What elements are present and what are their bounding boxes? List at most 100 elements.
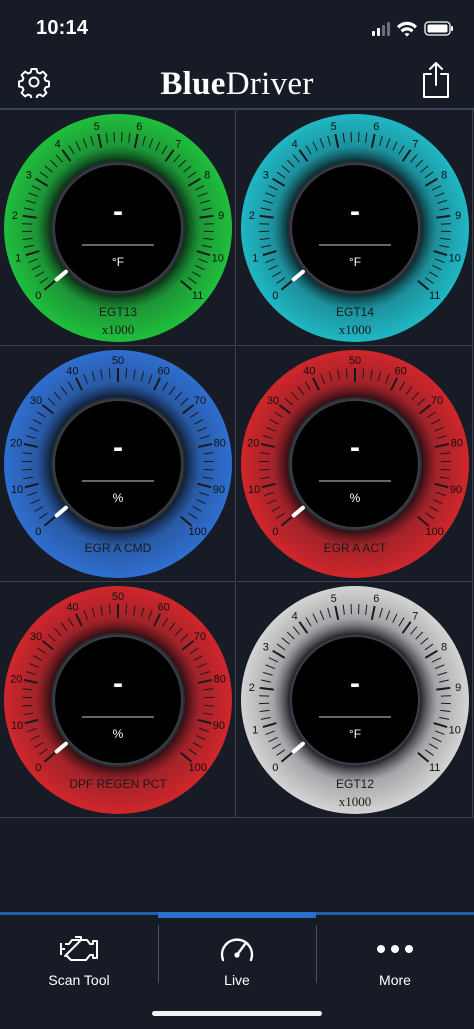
share-icon <box>420 60 452 100</box>
tick-label: 9 <box>218 210 224 222</box>
gauge-label: EGR A CMD <box>85 541 152 555</box>
tick-label: 70 <box>431 395 443 407</box>
tick-label: 6 <box>373 593 379 605</box>
tick-label: 11 <box>429 762 440 774</box>
gauge-label: DPF REGEN PCT <box>69 777 167 791</box>
gauge-egr-a-cmd[interactable]: 0102030405060708090100-%EGR A CMD <box>0 346 236 582</box>
tick-label: 70 <box>194 631 206 643</box>
tick-label: 3 <box>26 170 32 182</box>
tick-label: 6 <box>373 121 379 133</box>
wifi-icon <box>397 22 417 37</box>
minor-tick <box>204 469 214 470</box>
gauge-readout-bezel <box>291 400 419 528</box>
battery-icon <box>425 22 453 35</box>
tick-label: 4 <box>292 610 298 622</box>
gauge-multiplier: x1000 <box>339 794 372 809</box>
tick-label: 60 <box>157 602 169 614</box>
gauge-dial: 0102030405060708090100-%EGR A ACT <box>237 346 473 582</box>
tick-label: 60 <box>157 366 169 378</box>
gauge-dial: 01234567891011-°FEGT12x1000 <box>237 582 473 818</box>
gauge-dial: 01234567891011-°FEGT14x1000 <box>237 110 473 346</box>
gauge-unit: °F <box>112 255 124 269</box>
tick-label: 5 <box>331 593 337 605</box>
gauge-value: - <box>113 431 123 464</box>
tick-label: 1 <box>252 724 258 736</box>
gauge-label: EGT13 <box>99 305 137 319</box>
tick-label: 10 <box>212 252 224 264</box>
tick-label: 100 <box>425 526 443 538</box>
tick-label: 4 <box>55 138 61 150</box>
tick-label: 0 <box>35 290 41 302</box>
tick-label: 50 <box>112 591 124 603</box>
tick-label: 40 <box>66 602 78 614</box>
tick-label: 9 <box>455 682 461 694</box>
tick-label: 70 <box>194 395 206 407</box>
tick-label: 80 <box>451 437 463 449</box>
share-button[interactable] <box>420 60 452 100</box>
gauge-readout-bezel <box>291 164 419 292</box>
tab-scan-tool[interactable]: Scan Tool <box>0 915 158 1015</box>
tab-more[interactable]: More <box>316 915 474 1015</box>
tick-label: 60 <box>394 366 406 378</box>
gauge-unit: % <box>113 727 124 741</box>
gauge-readout-bezel <box>54 400 182 528</box>
tick-label: 0 <box>272 762 278 774</box>
tick-label: 2 <box>249 682 255 694</box>
tick-label: 10 <box>449 252 461 264</box>
speedometer-icon <box>217 933 257 965</box>
tab-live[interactable]: Live <box>158 915 316 1015</box>
gauge-value: - <box>113 667 123 700</box>
gauge-label: EGR A ACT <box>324 541 387 555</box>
tick-label: 5 <box>331 121 337 133</box>
tick-label: 3 <box>263 642 269 654</box>
gauge-unit: % <box>113 491 124 505</box>
home-indicator <box>152 1011 322 1016</box>
tick-label: 10 <box>11 720 23 732</box>
gauge-egr-a-act[interactable]: 0102030405060708090100-%EGR A ACT <box>237 346 473 582</box>
gauge-multiplier: x1000 <box>339 322 372 337</box>
tick-label: 2 <box>12 210 18 222</box>
minor-tick <box>22 705 32 706</box>
gauge-egt14[interactable]: 01234567891011-°FEGT14x1000 <box>237 110 473 346</box>
gauge-dial: 0102030405060708090100-%EGR A CMD <box>0 346 236 582</box>
minor-tick <box>22 469 32 470</box>
tick-label: 10 <box>248 484 260 496</box>
gauge-value: - <box>350 431 360 464</box>
cellular-signal-icon <box>372 22 390 36</box>
tab-label-live: Live <box>158 972 316 988</box>
engine-icon <box>57 933 101 965</box>
tick-label: 10 <box>449 724 461 736</box>
tab-label-more: More <box>316 972 474 988</box>
tick-label: 20 <box>247 437 259 449</box>
status-bar: 10:14 <box>0 0 474 56</box>
tick-label: 20 <box>10 437 22 449</box>
tick-label: 100 <box>188 762 206 774</box>
gauge-egt13[interactable]: 01234567891011-°FEGT13x1000 <box>0 110 236 346</box>
gauge-readout-bezel <box>54 164 182 292</box>
tick-label: 5 <box>94 121 100 133</box>
tick-label: 7 <box>175 138 181 150</box>
more-dots-icon <box>373 933 417 965</box>
tick-label: 30 <box>30 631 42 643</box>
tick-label: 7 <box>412 138 418 150</box>
gauge-dpf-regen-pct[interactable]: 0102030405060708090100-%DPF REGEN PCT <box>0 582 236 818</box>
minor-tick <box>441 469 451 470</box>
status-icons <box>372 20 454 38</box>
minor-tick <box>259 469 269 470</box>
tick-label: 10 <box>11 484 23 496</box>
tick-label: 0 <box>35 762 41 774</box>
tick-label: 100 <box>188 526 206 538</box>
app-header: BlueDriver <box>0 56 474 110</box>
status-time: 10:14 <box>36 17 88 40</box>
gauge-grid: 01234567891011-°FEGT13x10000123456789101… <box>0 110 474 820</box>
tick-label: 1 <box>15 252 21 264</box>
gauge-egt12[interactable]: 01234567891011-°FEGT12x1000 <box>237 582 473 818</box>
tick-label: 3 <box>263 170 269 182</box>
gauge-unit: °F <box>349 255 361 269</box>
gauge-value: - <box>113 195 123 228</box>
tick-label: 40 <box>66 366 78 378</box>
gauge-readout-bezel <box>291 636 419 764</box>
minor-tick <box>204 705 214 706</box>
tick-label: 30 <box>30 395 42 407</box>
tick-label: 0 <box>272 526 278 538</box>
